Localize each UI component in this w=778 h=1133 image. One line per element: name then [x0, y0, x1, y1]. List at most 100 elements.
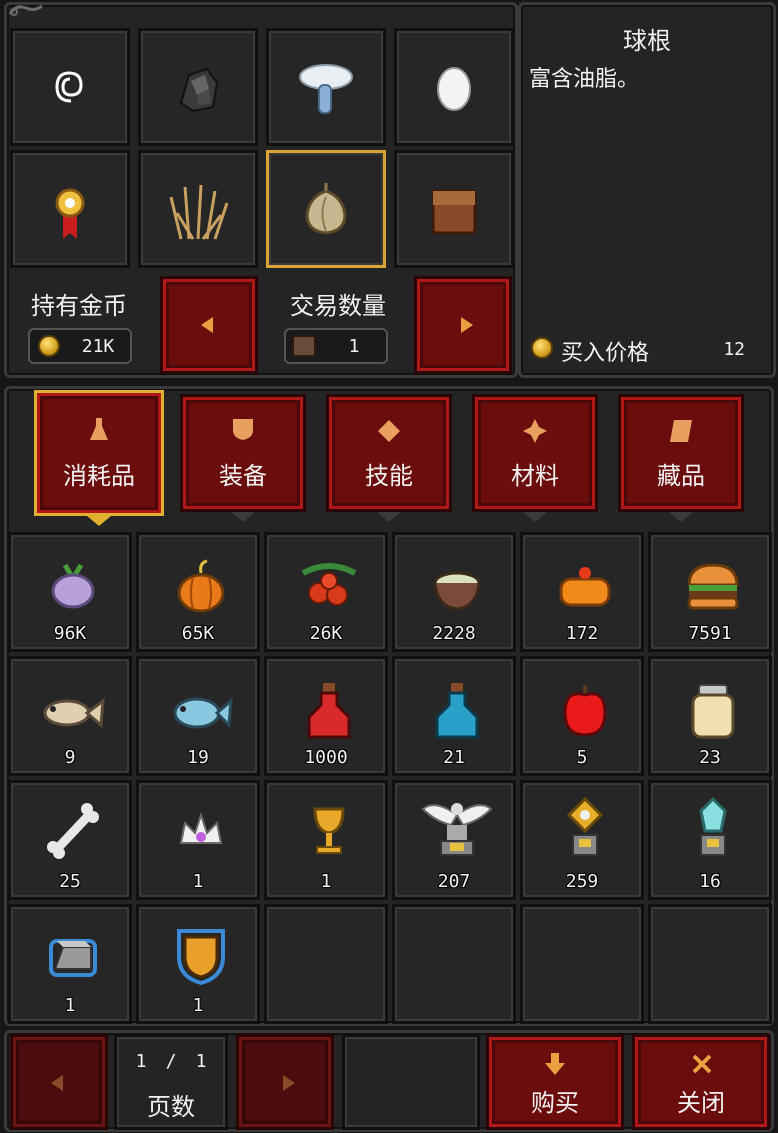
close-label: 关闭: [677, 1089, 725, 1117]
top-slot-8[interactable]: [394, 150, 514, 268]
close-button[interactable]: 关闭: [632, 1034, 770, 1130]
empty-slot[interactable]: [520, 904, 644, 1024]
item-count: 21: [443, 747, 465, 768]
arrow-right-icon: [461, 317, 473, 333]
item-slot[interactable]: 5: [520, 656, 644, 776]
turnip-icon: [51, 563, 95, 609]
egg-icon: [437, 67, 471, 111]
bone-icon: [47, 803, 99, 859]
blue-fish-icon: [173, 697, 233, 729]
item-slot[interactable]: 65K: [136, 532, 260, 652]
item-count: 96K: [53, 623, 87, 644]
page-next-button[interactable]: [236, 1034, 334, 1130]
item-count: 5: [576, 747, 588, 768]
item-slot[interactable]: 1: [136, 780, 260, 900]
down-arrow-icon: [545, 1053, 565, 1075]
page-prev-button[interactable]: [10, 1034, 108, 1130]
angel-statue-icon: [421, 803, 493, 856]
top-slot-2[interactable]: [138, 28, 258, 146]
item-slot[interactable]: 259: [520, 780, 644, 900]
top-slot-6[interactable]: [138, 150, 258, 268]
star-trophy-icon: [566, 796, 604, 856]
item-slot[interactable]: 96K: [8, 532, 132, 652]
tab-collectibles[interactable]: 藏品: [618, 394, 744, 522]
burger-icon: [687, 563, 739, 610]
empty-slot[interactable]: [648, 904, 772, 1024]
top-slot-3[interactable]: [266, 28, 386, 146]
top-slot-7-selected[interactable]: [266, 150, 386, 268]
item-count: 207: [437, 871, 471, 892]
item-slot[interactable]: 25: [8, 780, 132, 900]
tab-active-indicator: [87, 516, 111, 526]
item-name: 球根: [623, 27, 671, 55]
item-count: 26K: [309, 623, 343, 644]
gold-label: 持有金币: [31, 292, 127, 320]
item-slot[interactable]: 207: [392, 780, 516, 900]
quantity-decrease-button[interactable]: [160, 276, 258, 374]
item-count: 1: [192, 871, 204, 892]
price-value: 12: [723, 339, 745, 360]
tab-indicator: [669, 512, 693, 522]
item-slot[interactable]: 1: [136, 904, 260, 1024]
top-slot-5[interactable]: [10, 150, 130, 268]
tab-consumables[interactable]: 消耗品: [34, 390, 164, 526]
red-potion-icon: [307, 683, 351, 739]
item-count: 19: [187, 747, 209, 768]
coin-icon: [38, 335, 60, 357]
item-slot[interactable]: 21: [392, 656, 516, 776]
item-count: 1: [64, 995, 76, 1016]
gold-display: 21K: [28, 328, 132, 364]
price-coin-icon: [531, 337, 553, 359]
item-slot[interactable]: 2228: [392, 532, 516, 652]
item-slot[interactable]: 1: [8, 904, 132, 1024]
page-separator: /: [165, 1051, 177, 1072]
tab-skills[interactable]: 技能: [326, 394, 452, 522]
tab-consumables-frame: [34, 390, 164, 516]
dry-grass-icon: [169, 184, 229, 240]
item-count: 16: [699, 871, 721, 892]
potion-flask-icon: [90, 418, 108, 440]
item-count: 1: [192, 995, 204, 1016]
corner-ornament-icon: [6, 2, 46, 18]
item-slot[interactable]: 1: [264, 780, 388, 900]
item-slot[interactable]: 16: [648, 780, 772, 900]
tab-collectibles-label: 藏品: [657, 462, 705, 490]
top-slot-4[interactable]: [394, 28, 514, 146]
page-indicator: 1 / 1 页数: [114, 1034, 228, 1130]
item-slot[interactable]: 26K: [264, 532, 388, 652]
item-description: 富含油脂。: [529, 67, 640, 92]
item-slot[interactable]: 23: [648, 656, 772, 776]
crate-icon: [292, 335, 316, 357]
fish-icon: [43, 697, 105, 729]
item-slot[interactable]: 1000: [264, 656, 388, 776]
item-slot[interactable]: 7591: [648, 532, 772, 652]
scroll-tab-icon: [670, 420, 692, 442]
tab-collectibles-frame: [618, 394, 744, 512]
item-slot[interactable]: 19: [136, 656, 260, 776]
item-count: 25: [59, 871, 81, 892]
golden-chalice-icon: [313, 807, 345, 854]
buy-button[interactable]: 购买: [486, 1034, 624, 1130]
tab-equipment-frame: [180, 394, 306, 512]
item-slot[interactable]: 9: [8, 656, 132, 776]
bulb-icon: [305, 183, 347, 235]
cake-icon: [559, 567, 611, 607]
tab-indicator: [377, 512, 401, 522]
tab-skills-frame: [326, 394, 452, 512]
tab-indicator: [523, 512, 547, 522]
top-slot-1[interactable]: [10, 28, 130, 146]
tab-materials[interactable]: 材料: [472, 394, 598, 522]
page-total: 1: [195, 1051, 207, 1072]
shield-icon: [177, 929, 225, 986]
crystal-trophy-icon: [699, 796, 727, 856]
diamond-tab-icon: [378, 420, 400, 442]
item-count: 1000: [304, 747, 348, 768]
tab-materials-label: 材料: [511, 462, 559, 490]
cross-gem-tab-icon: [523, 419, 547, 443]
empty-slot[interactable]: [392, 904, 516, 1024]
item-slot[interactable]: 172: [520, 532, 644, 652]
item-count: 65K: [181, 623, 215, 644]
quantity-increase-button[interactable]: [414, 276, 512, 374]
empty-slot[interactable]: [264, 904, 388, 1024]
tab-equipment[interactable]: 装备: [180, 394, 306, 522]
